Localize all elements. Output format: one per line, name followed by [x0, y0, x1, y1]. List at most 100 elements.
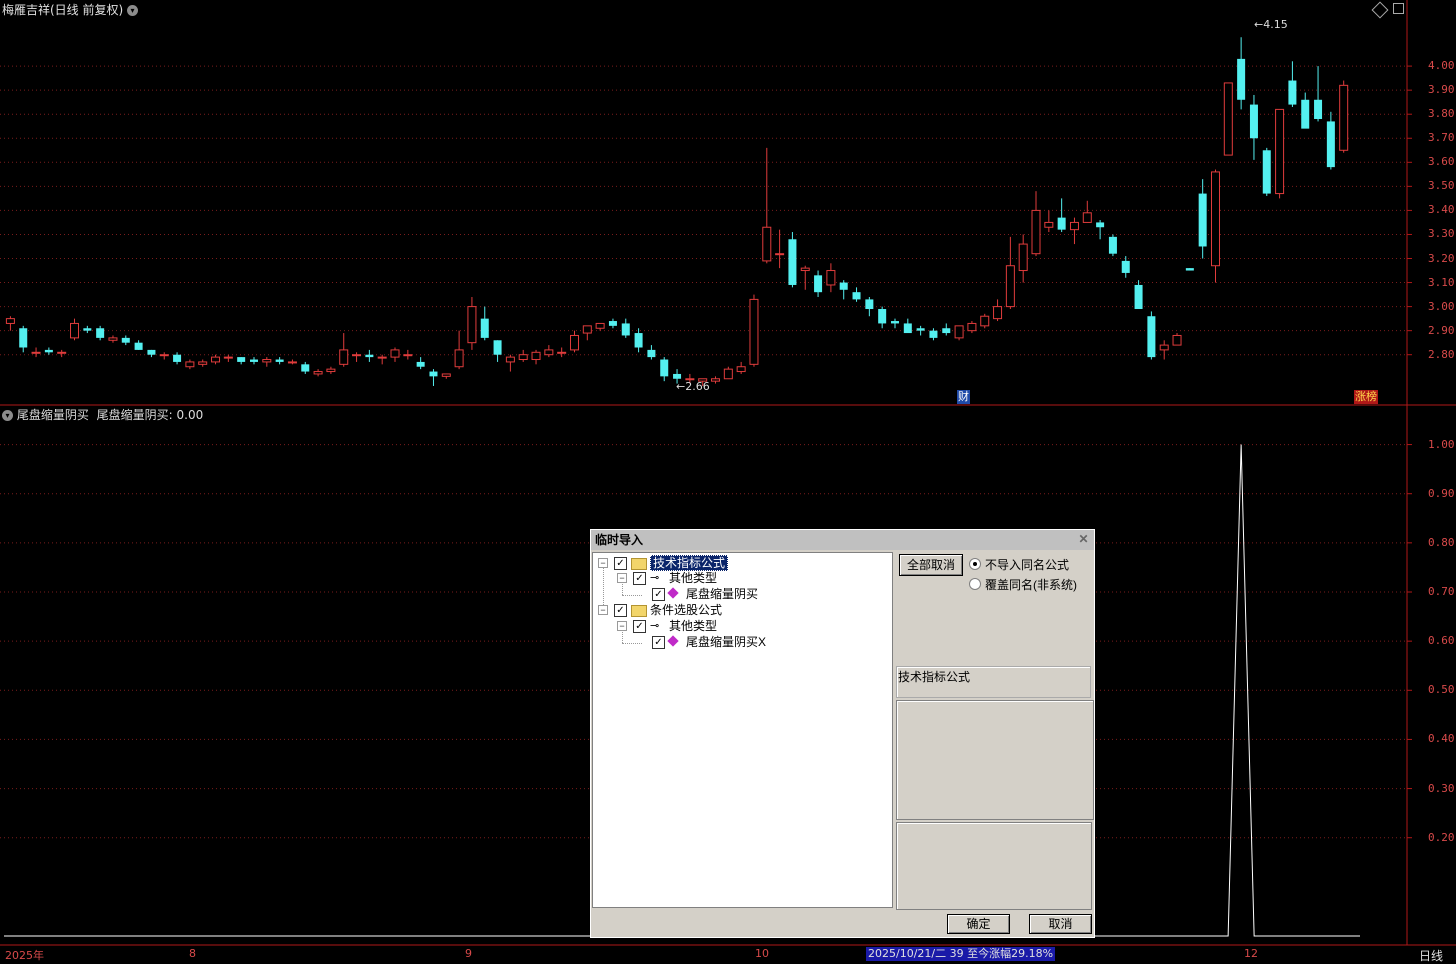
candle-body — [942, 328, 951, 334]
checkbox-checked[interactable]: ✓ — [652, 588, 665, 601]
checkbox-checked[interactable]: ✓ — [633, 620, 646, 633]
category-field-text: 技术指标公式 — [898, 670, 971, 684]
indicator-tick-label: 0.50 — [1428, 683, 1455, 697]
candle-body — [723, 368, 733, 380]
ok-button[interactable]: 确定 — [947, 914, 1010, 934]
candle-body — [441, 373, 451, 377]
tree-node-label: 其他类型 — [669, 619, 718, 633]
price-tick-label: 3.60 — [1428, 155, 1455, 169]
low-marker: ←2.66 — [676, 380, 710, 393]
time-axis-year: 2025年 — [5, 949, 44, 962]
chevron-down-icon[interactable]: ▾ — [127, 5, 139, 16]
formula-icon — [667, 587, 679, 599]
candle — [1314, 66, 1323, 122]
candle — [647, 345, 656, 360]
formula-tree[interactable]: − ✓ 技术指标公式 − ✓ ⊸ 其他类型 ✓ 尾盘缩量阴买 − ✓ 条件选股公… — [592, 552, 893, 908]
indicator-tick-label: 0.80 — [1428, 535, 1455, 549]
indicator-tick-label: 0.70 — [1428, 585, 1455, 598]
cancel-all-button[interactable]: 全部取消 — [899, 554, 963, 576]
candle — [814, 270, 823, 297]
high-marker-value: 4.15 — [1263, 18, 1288, 31]
candle — [1057, 198, 1066, 233]
high-marker: ←4.15 — [1254, 18, 1288, 31]
candle — [1108, 234, 1117, 257]
candle-body — [44, 349, 53, 353]
collapse-icon[interactable]: − — [617, 621, 627, 631]
candle-body — [390, 349, 400, 358]
candle — [582, 325, 592, 341]
candle — [441, 373, 451, 379]
indicator-header[interactable]: ▾ 尾盘缩量阴买 尾盘缩量阴买: 0.00 — [2, 406, 203, 423]
radio-overwrite[interactable] — [969, 578, 981, 590]
candle — [1185, 268, 1194, 271]
collapse-icon[interactable]: − — [598, 558, 608, 568]
candle — [967, 321, 977, 334]
candle — [1326, 111, 1335, 170]
candle-body — [237, 357, 246, 362]
finance-badge[interactable]: 财 — [957, 390, 970, 404]
candle-body — [634, 333, 643, 348]
stock-title[interactable]: 梅雁吉祥(日线 前复权) ▾ — [2, 1, 139, 18]
candle — [595, 322, 605, 331]
time-axis: 2025年 8 9 10 12 — [0, 945, 1406, 963]
candle — [301, 361, 310, 374]
price-tick-label: 3.30 — [1428, 227, 1455, 241]
candle — [5, 316, 15, 331]
candle — [518, 349, 528, 362]
candle-body — [108, 337, 118, 341]
candle — [1237, 37, 1246, 110]
candle-body — [1288, 80, 1297, 105]
period-label[interactable]: 日线 — [1419, 947, 1443, 964]
restore-icon[interactable] — [1393, 3, 1404, 14]
candle-body — [711, 378, 721, 382]
collapse-icon[interactable]: − — [617, 573, 627, 583]
checkbox-checked[interactable]: ✓ — [614, 604, 627, 617]
candle-body — [454, 349, 464, 368]
candle — [19, 325, 28, 353]
candle — [134, 340, 143, 350]
candle — [70, 318, 80, 341]
dialog-title-bar[interactable]: 临时导入 ✕ — [591, 530, 1094, 550]
candle-body — [544, 349, 554, 356]
candle-body — [967, 322, 977, 332]
candle — [1096, 220, 1105, 240]
checkbox-checked[interactable]: ✓ — [614, 557, 627, 570]
radio-overwrite-label[interactable]: 覆盖同名(非系统) — [985, 576, 1077, 593]
candle — [505, 354, 515, 372]
preview-box[interactable] — [896, 822, 1092, 910]
candle-body — [159, 354, 169, 357]
radio-no-import-label[interactable]: 不导入同名公式 — [985, 556, 1069, 573]
description-box[interactable] — [896, 700, 1094, 820]
candle-body — [339, 349, 349, 365]
indicator-tick-label: 0.90 — [1428, 486, 1455, 500]
collapse-icon[interactable]: − — [598, 605, 608, 615]
checkbox-checked[interactable]: ✓ — [633, 572, 646, 585]
candle — [1262, 147, 1271, 196]
candle — [480, 306, 489, 341]
candle-body — [980, 315, 990, 327]
radio-no-import[interactable] — [969, 558, 981, 570]
candle-body — [365, 354, 374, 358]
candle-body — [198, 361, 208, 365]
candle — [275, 357, 284, 365]
candle-body — [31, 351, 41, 354]
cancel-button[interactable]: 取消 — [1029, 914, 1092, 934]
chevron-down-icon[interactable]: ▾ — [2, 410, 13, 421]
indicator-tick-label: 0.20 — [1428, 830, 1455, 844]
candle — [557, 347, 567, 358]
candle — [1147, 311, 1156, 360]
candle-body — [749, 298, 759, 365]
candle-body — [1326, 121, 1335, 168]
close-icon[interactable]: ✕ — [1077, 533, 1090, 546]
candle-body — [826, 270, 836, 286]
tree-node-label: 其他类型 — [669, 571, 718, 585]
candle-body — [313, 371, 323, 375]
candle-body — [1210, 171, 1220, 267]
candle — [198, 359, 208, 367]
limit-list-badge[interactable]: 涨榜 — [1354, 390, 1378, 404]
candle-body — [993, 306, 1003, 320]
candle — [929, 328, 938, 341]
candle-body — [416, 361, 425, 367]
checkbox-checked[interactable]: ✓ — [652, 636, 665, 649]
candle — [1134, 280, 1143, 310]
